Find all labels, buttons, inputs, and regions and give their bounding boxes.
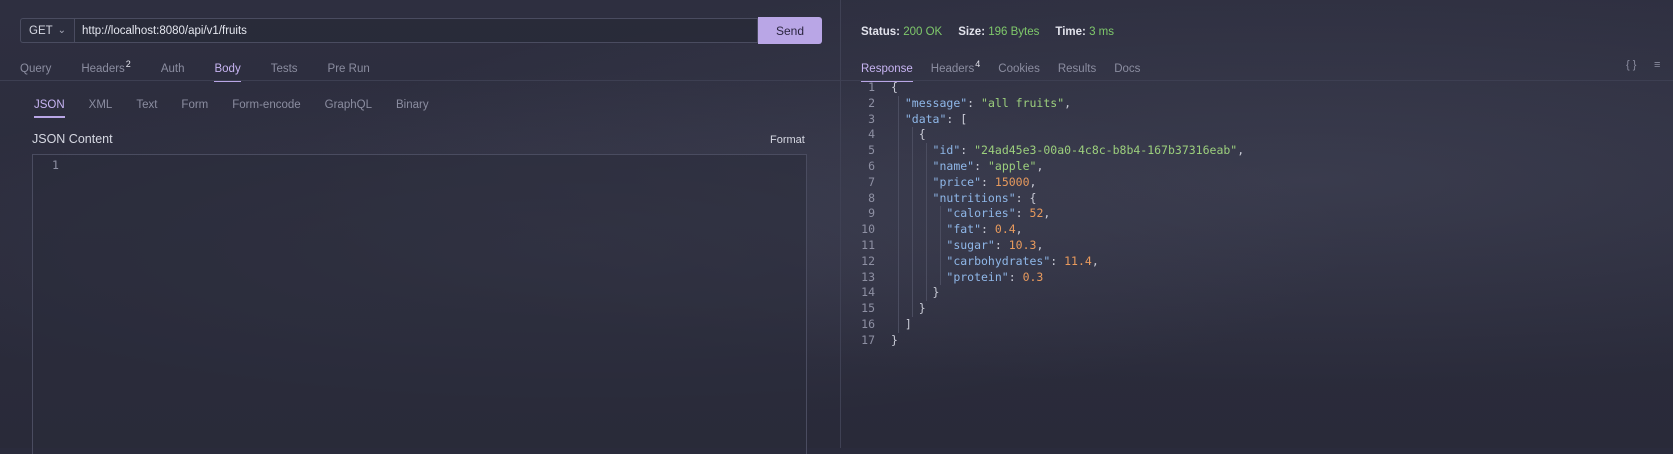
body-type-tabs: JSON XML Text Form Form-encode GraphQL B… [34, 99, 453, 118]
method-value: GET [29, 24, 53, 37]
code-text: "message": "all fruits", [904, 95, 1072, 110]
code-text: "sugar": 10.3, [946, 237, 1044, 252]
line-number: 13 [861, 269, 875, 284]
tab-label: Auth [160, 62, 185, 75]
code-text: "carbohydrates": 11.4, [946, 253, 1099, 268]
code-text: "protein": 0.3 [946, 269, 1044, 284]
tab-pre-run[interactable]: Pre Run [328, 63, 370, 82]
body-tab-text[interactable]: Text [136, 99, 157, 118]
tab-label: Body [214, 62, 241, 75]
tab-body[interactable]: Body [214, 62, 241, 82]
line-number: 10 [861, 222, 875, 237]
line-number: 1 [868, 80, 875, 94]
time-value: 3 ms [1089, 26, 1114, 38]
line-number: 3 [868, 111, 875, 126]
tab-tests[interactable]: Tests [271, 63, 298, 82]
response-tabs: Response Headers4 Cookies Results Docs [861, 59, 1158, 82]
code-text: "id": "24ad45e3-00a0-4c8c-b8b4-167b37316… [932, 143, 1245, 158]
request-bar: GET ⌄ http://localhost:8080/api/v1/fruit… [20, 17, 822, 45]
code-text: { [918, 127, 926, 142]
line-number: 6 [868, 158, 875, 173]
tab-results[interactable]: Results [1058, 63, 1096, 82]
tab-query[interactable]: Query [20, 63, 51, 82]
code-text: "fat": 0.4, [946, 222, 1023, 237]
tab-label: Cookies [998, 62, 1040, 75]
code-text: "name": "apple", [932, 158, 1044, 173]
tab-label: Headers [930, 62, 975, 75]
tab-cookies[interactable]: Cookies [998, 63, 1040, 82]
request-tabs: Query Headers2 Auth Body Tests Pre Run [20, 59, 400, 82]
line-number: 5 [868, 143, 875, 158]
headers-count-badge: 2 [125, 59, 131, 69]
status-value: 200 OK [903, 26, 943, 38]
time-info: Time: 3 ms [1055, 26, 1114, 38]
line-number: 9 [868, 206, 875, 221]
tab-label: Results [1057, 62, 1097, 75]
tab-response-headers[interactable]: Headers4 [931, 59, 980, 82]
chevron-down-icon: ⌄ [57, 25, 66, 36]
code-text: { [891, 80, 898, 94]
tab-label: Tests [270, 62, 298, 75]
code-text: ] [904, 316, 912, 331]
line-number: 2 [868, 95, 875, 110]
line-number: 14 [861, 285, 875, 300]
tab-label: Pre Run [327, 62, 370, 75]
status-info: Status: 200 OK [861, 26, 942, 38]
tab-label: Response [861, 62, 913, 75]
editor-line-number: 1 [52, 158, 59, 172]
indent-guide [911, 127, 913, 317]
code-text: } [891, 332, 898, 347]
tab-auth[interactable]: Auth [161, 63, 185, 82]
method-select[interactable]: GET ⌄ [20, 18, 74, 43]
tabs-divider [0, 80, 840, 81]
request-pane: GET ⌄ http://localhost:8080/api/v1/fruit… [0, 0, 840, 454]
size-label: Size: [958, 26, 986, 38]
code-text: } [918, 301, 926, 316]
code-text: "data": [ [904, 111, 968, 126]
send-button[interactable]: Send [758, 17, 822, 44]
size-info: Size: 196 Bytes [958, 26, 1039, 38]
line-number: 15 [861, 301, 875, 316]
response-status-bar: Status: 200 OK Size: 196 Bytes Time: 3 m… [861, 26, 1130, 38]
size-value: 196 Bytes [988, 26, 1040, 38]
indent-guide [939, 206, 941, 286]
tab-headers[interactable]: Headers2 [81, 59, 130, 82]
status-label: Status: [861, 26, 900, 38]
json-content-title: JSON Content [32, 132, 113, 146]
body-tab-form[interactable]: Form [181, 99, 208, 118]
body-tab-binary[interactable]: Binary [396, 99, 429, 118]
url-input[interactable]: http://localhost:8080/api/v1/fruits [74, 18, 758, 43]
line-number: 8 [868, 190, 875, 205]
body-tab-xml[interactable]: XML [89, 99, 113, 118]
format-button[interactable]: Format [770, 134, 805, 146]
response-tabs-divider [841, 80, 1673, 81]
response-pane: Status: 200 OK Size: 196 Bytes Time: 3 m… [841, 0, 1673, 448]
response-headers-count-badge: 4 [975, 59, 981, 69]
line-number: 7 [868, 174, 875, 189]
braces-icon[interactable]: { } [1626, 59, 1636, 71]
line-number: 17 [861, 332, 875, 347]
json-body-editor[interactable]: 1 [32, 154, 807, 454]
indent-guide [897, 95, 899, 333]
time-label: Time: [1055, 26, 1086, 38]
tab-label: Headers [81, 62, 125, 75]
tab-docs[interactable]: Docs [1114, 63, 1140, 82]
wrap-lines-icon[interactable]: ≡ [1654, 59, 1660, 71]
body-tab-graphql[interactable]: GraphQL [325, 99, 372, 118]
line-number: 4 [868, 127, 875, 142]
line-number: 11 [861, 237, 875, 252]
tab-label: Docs [1114, 62, 1141, 75]
indent-guide [925, 143, 927, 302]
code-text: "calories": 52, [946, 206, 1051, 221]
tab-label: Query [20, 62, 52, 75]
body-tab-json[interactable]: JSON [34, 99, 65, 118]
line-number: 12 [861, 253, 875, 268]
tab-response[interactable]: Response [861, 63, 913, 82]
line-number: 16 [861, 316, 875, 331]
body-tab-form-encode[interactable]: Form-encode [232, 99, 300, 118]
